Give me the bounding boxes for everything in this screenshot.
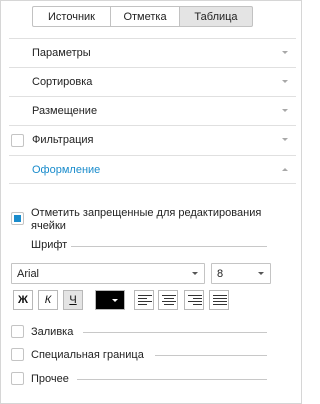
section-parameters-label: Параметры <box>32 47 91 59</box>
chevron-down-icon <box>192 272 198 275</box>
tab-bar: Источник Отметка Таблица <box>32 6 253 27</box>
divider <box>71 246 267 247</box>
chevron-down-icon <box>282 80 288 83</box>
section-placement-label: Размещение <box>32 105 98 117</box>
fill-label: Заливка <box>31 326 74 338</box>
section-filtering-label: Фильтрация <box>32 134 94 146</box>
section-sorting-label: Сортировка <box>32 76 93 88</box>
table-settings-panel: Источник Отметка Таблица Параметры Сорти… <box>0 0 302 404</box>
section-filtering[interactable]: Фильтрация <box>9 125 296 154</box>
other-checkbox[interactable] <box>11 372 24 385</box>
tab-mark[interactable]: Отметка <box>110 6 180 27</box>
underline-button[interactable]: Ч <box>63 290 83 310</box>
align-left-button[interactable] <box>134 290 154 310</box>
font-family-select[interactable]: Arial <box>11 263 205 284</box>
align-center-icon <box>162 295 176 305</box>
font-size-select[interactable]: 8 <box>211 263 271 284</box>
font-color-picker[interactable] <box>95 290 125 310</box>
mark-readonly-label: Отметить запрещенные для редактирования … <box>31 207 262 232</box>
section-sorting[interactable]: Сортировка <box>9 67 296 96</box>
bold-button[interactable]: Ж <box>13 290 33 310</box>
other-label: Прочее <box>31 373 69 385</box>
divider <box>77 379 267 380</box>
italic-button[interactable]: К <box>38 290 58 310</box>
align-justify-button[interactable] <box>209 290 229 310</box>
filtering-checkbox[interactable] <box>11 134 24 147</box>
special-border-label: Специальная граница <box>31 349 144 361</box>
special-border-checkbox[interactable] <box>11 348 24 361</box>
divider <box>83 332 267 333</box>
chevron-down-icon <box>282 138 288 141</box>
chevron-up-icon <box>282 168 288 171</box>
align-center-button[interactable] <box>158 290 178 310</box>
align-justify-icon <box>213 295 227 305</box>
chevron-down-icon <box>282 51 288 54</box>
align-right-icon <box>188 295 202 305</box>
font-size-value: 8 <box>217 268 224 280</box>
section-design[interactable]: Оформление <box>9 155 296 184</box>
tab-table[interactable]: Таблица <box>179 6 253 27</box>
chevron-down-icon <box>112 299 118 302</box>
divider <box>155 355 267 356</box>
fill-checkbox[interactable] <box>11 325 24 338</box>
section-parameters[interactable]: Параметры <box>9 38 296 67</box>
font-group-label: Шрифт <box>31 239 68 251</box>
align-right-button[interactable] <box>184 290 204 310</box>
tab-source[interactable]: Источник <box>32 6 111 27</box>
chevron-down-icon <box>282 109 288 112</box>
align-left-icon <box>138 295 152 305</box>
mark-readonly-checkbox[interactable] <box>11 212 24 225</box>
section-design-label: Оформление <box>32 163 101 176</box>
chevron-down-icon <box>258 272 264 275</box>
font-family-value: Arial <box>17 268 40 280</box>
section-placement[interactable]: Размещение <box>9 96 296 125</box>
